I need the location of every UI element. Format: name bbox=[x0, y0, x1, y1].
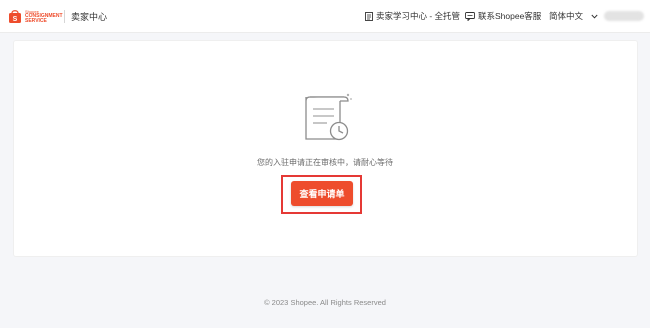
top-navigation-bar: S Shopee CONSIGNMENT SERVICE 卖家中心 卖家学习中心… bbox=[0, 0, 650, 33]
learning-center-label: 卖家学习中心 - 全托管 bbox=[376, 11, 461, 21]
learning-center-link[interactable]: 卖家学习中心 - 全托管 bbox=[365, 10, 460, 22]
logo-divider bbox=[64, 10, 65, 23]
contact-support-label: 联系Shopee客服 bbox=[478, 11, 542, 21]
footer-copyright: © 2023 Shopee. All Rights Reserved bbox=[264, 298, 386, 307]
logo-line-3: SERVICE bbox=[25, 17, 47, 24]
chat-icon bbox=[465, 11, 475, 21]
view-application-button[interactable]: 查看申请单 bbox=[291, 181, 353, 206]
document-review-icon bbox=[305, 93, 352, 141]
document-icon bbox=[365, 11, 373, 21]
seller-center-title: 卖家中心 bbox=[71, 12, 108, 22]
language-selector[interactable]: 简体中文 bbox=[549, 10, 598, 22]
shopee-consignment-logo[interactable]: S Shopee CONSIGNMENT SERVICE bbox=[8, 8, 63, 24]
user-account-menu[interactable] bbox=[604, 11, 644, 21]
contact-support-link[interactable]: 联系Shopee客服 bbox=[465, 10, 541, 22]
shopee-bag-icon: S bbox=[9, 10, 21, 23]
svg-text:S: S bbox=[13, 16, 18, 23]
language-label: 简体中文 bbox=[549, 11, 584, 21]
document-pending-illustration bbox=[305, 93, 352, 141]
chevron-down-icon bbox=[591, 14, 598, 19]
review-status-message: 您的入驻申请正在审核中，请耐心等待 bbox=[257, 158, 393, 167]
logo-text: Shopee CONSIGNMENT SERVICE bbox=[25, 9, 63, 24]
